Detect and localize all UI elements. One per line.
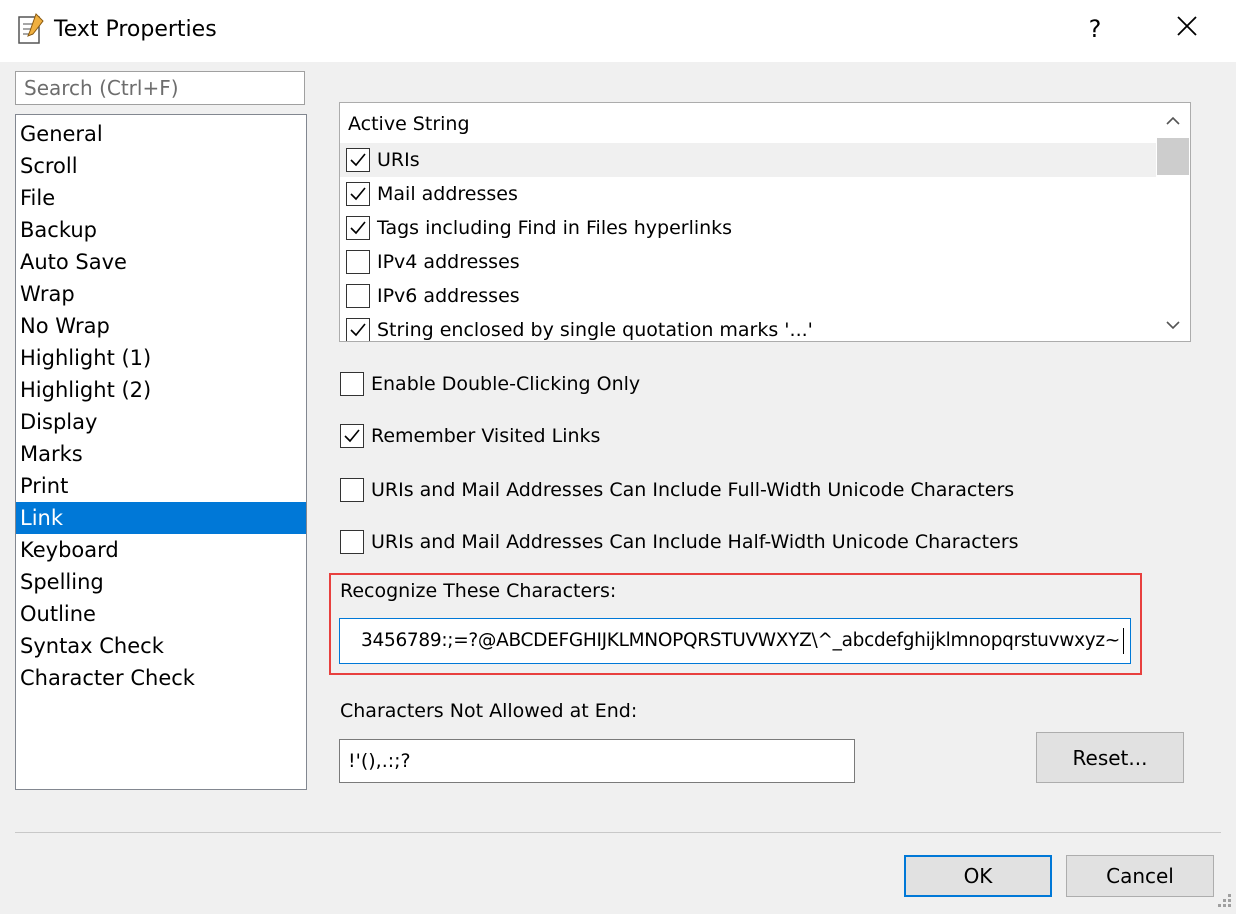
category-item[interactable]: Outline [16,598,306,630]
category-item[interactable]: Spelling [16,566,306,598]
active-string-checkbox[interactable] [346,182,370,206]
not-allowed-end-value: !'(),.:;? [348,750,411,772]
help-button[interactable]: ? [1064,0,1126,58]
category-item[interactable]: Wrap [16,278,306,310]
not-allowed-end-label: Characters Not Allowed at End: [340,700,638,722]
category-item[interactable]: Highlight (1) [16,342,306,374]
not-allowed-end-input[interactable]: !'(),.:;? [339,739,855,783]
active-string-label: IPv6 addresses [377,285,520,307]
recognize-characters-input[interactable]: 3456789:;=?@ABCDEFGHIJKLMNOPQRSTUVWXYZ\^… [339,618,1131,664]
remember-visited-checkbox[interactable] [340,424,364,448]
category-item[interactable]: General [16,118,306,150]
title-bar: Text Properties ? [0,0,1236,62]
ok-button[interactable]: OK [904,855,1052,897]
active-string-row[interactable]: Tags including Find in Files hyperlinks [340,211,1156,245]
scroll-down-button[interactable] [1156,307,1190,341]
remember-visited-label: Remember Visited Links [371,425,601,447]
resize-grip-icon[interactable] [1212,890,1234,910]
category-item[interactable]: Auto Save [16,246,306,278]
category-item[interactable]: No Wrap [16,310,306,342]
close-button[interactable] [1156,0,1218,58]
active-string-checkbox[interactable] [346,318,370,341]
active-string-row[interactable]: IPv6 addresses [340,279,1156,313]
chevron-down-icon [1166,315,1180,334]
reset-button[interactable]: Reset... [1036,732,1184,783]
double-click-checkbox[interactable] [340,372,364,396]
category-item[interactable]: Marks [16,438,306,470]
scroll-thumb[interactable] [1157,138,1189,175]
active-string-header: Active String [348,113,470,135]
separator [15,832,1221,833]
full-width-checkbox[interactable] [340,478,364,502]
active-string-row[interactable]: String enclosed by single quotation mark… [340,313,1156,341]
category-item[interactable]: Backup [16,214,306,246]
category-item[interactable]: Print [16,470,306,502]
active-string-checkbox[interactable] [346,216,370,240]
chevron-up-icon [1166,111,1180,130]
active-string-list: Active String URIs Mail addresses Tags inc… [339,102,1191,342]
list-scrollbar[interactable] [1156,103,1190,341]
category-list: General Scroll File Backup Auto Save Wrap No W… [15,114,307,790]
category-item[interactable]: Keyboard [16,534,306,566]
half-width-checkbox[interactable] [340,530,364,554]
active-string-row[interactable]: URIs [340,143,1156,177]
half-width-label: URIs and Mail Addresses Can Include Half… [371,531,1019,553]
active-string-label: String enclosed by single quotation mark… [377,319,813,341]
scroll-up-button[interactable] [1156,103,1190,137]
close-icon [1176,15,1198,43]
category-item[interactable]: Scroll [16,150,306,182]
recognize-label: Recognize These Characters: [340,580,617,602]
active-string-checkbox[interactable] [346,148,370,172]
active-string-label: URIs [377,149,420,171]
active-string-checkbox[interactable] [346,284,370,308]
active-string-row[interactable]: IPv4 addresses [340,245,1156,279]
window-title: Text Properties [54,17,217,42]
category-item[interactable]: Syntax Check [16,630,306,662]
category-item[interactable]: Display [16,406,306,438]
cancel-button[interactable]: Cancel [1066,855,1214,897]
search-input[interactable]: Search (Ctrl+F) [15,71,305,105]
category-item[interactable]: Link [16,502,306,534]
notepad-icon [16,12,46,46]
active-string-label: IPv4 addresses [377,251,520,273]
category-item[interactable]: Character Check [16,662,306,694]
text-caret [1123,628,1124,654]
active-string-label: Tags including Find in Files hyperlinks [377,217,733,239]
double-click-label: Enable Double-Clicking Only [371,373,641,395]
active-string-label: Mail addresses [377,183,518,205]
category-item[interactable]: File [16,182,306,214]
active-string-row[interactable]: Mail addresses [340,177,1156,211]
recognize-characters-value: 3456789:;=?@ABCDEFGHIJKLMNOPQRSTUVWXYZ\^… [361,630,1120,651]
full-width-label: URIs and Mail Addresses Can Include Full… [371,479,1015,501]
active-string-checkbox[interactable] [346,250,370,274]
category-item[interactable]: Highlight (2) [16,374,306,406]
